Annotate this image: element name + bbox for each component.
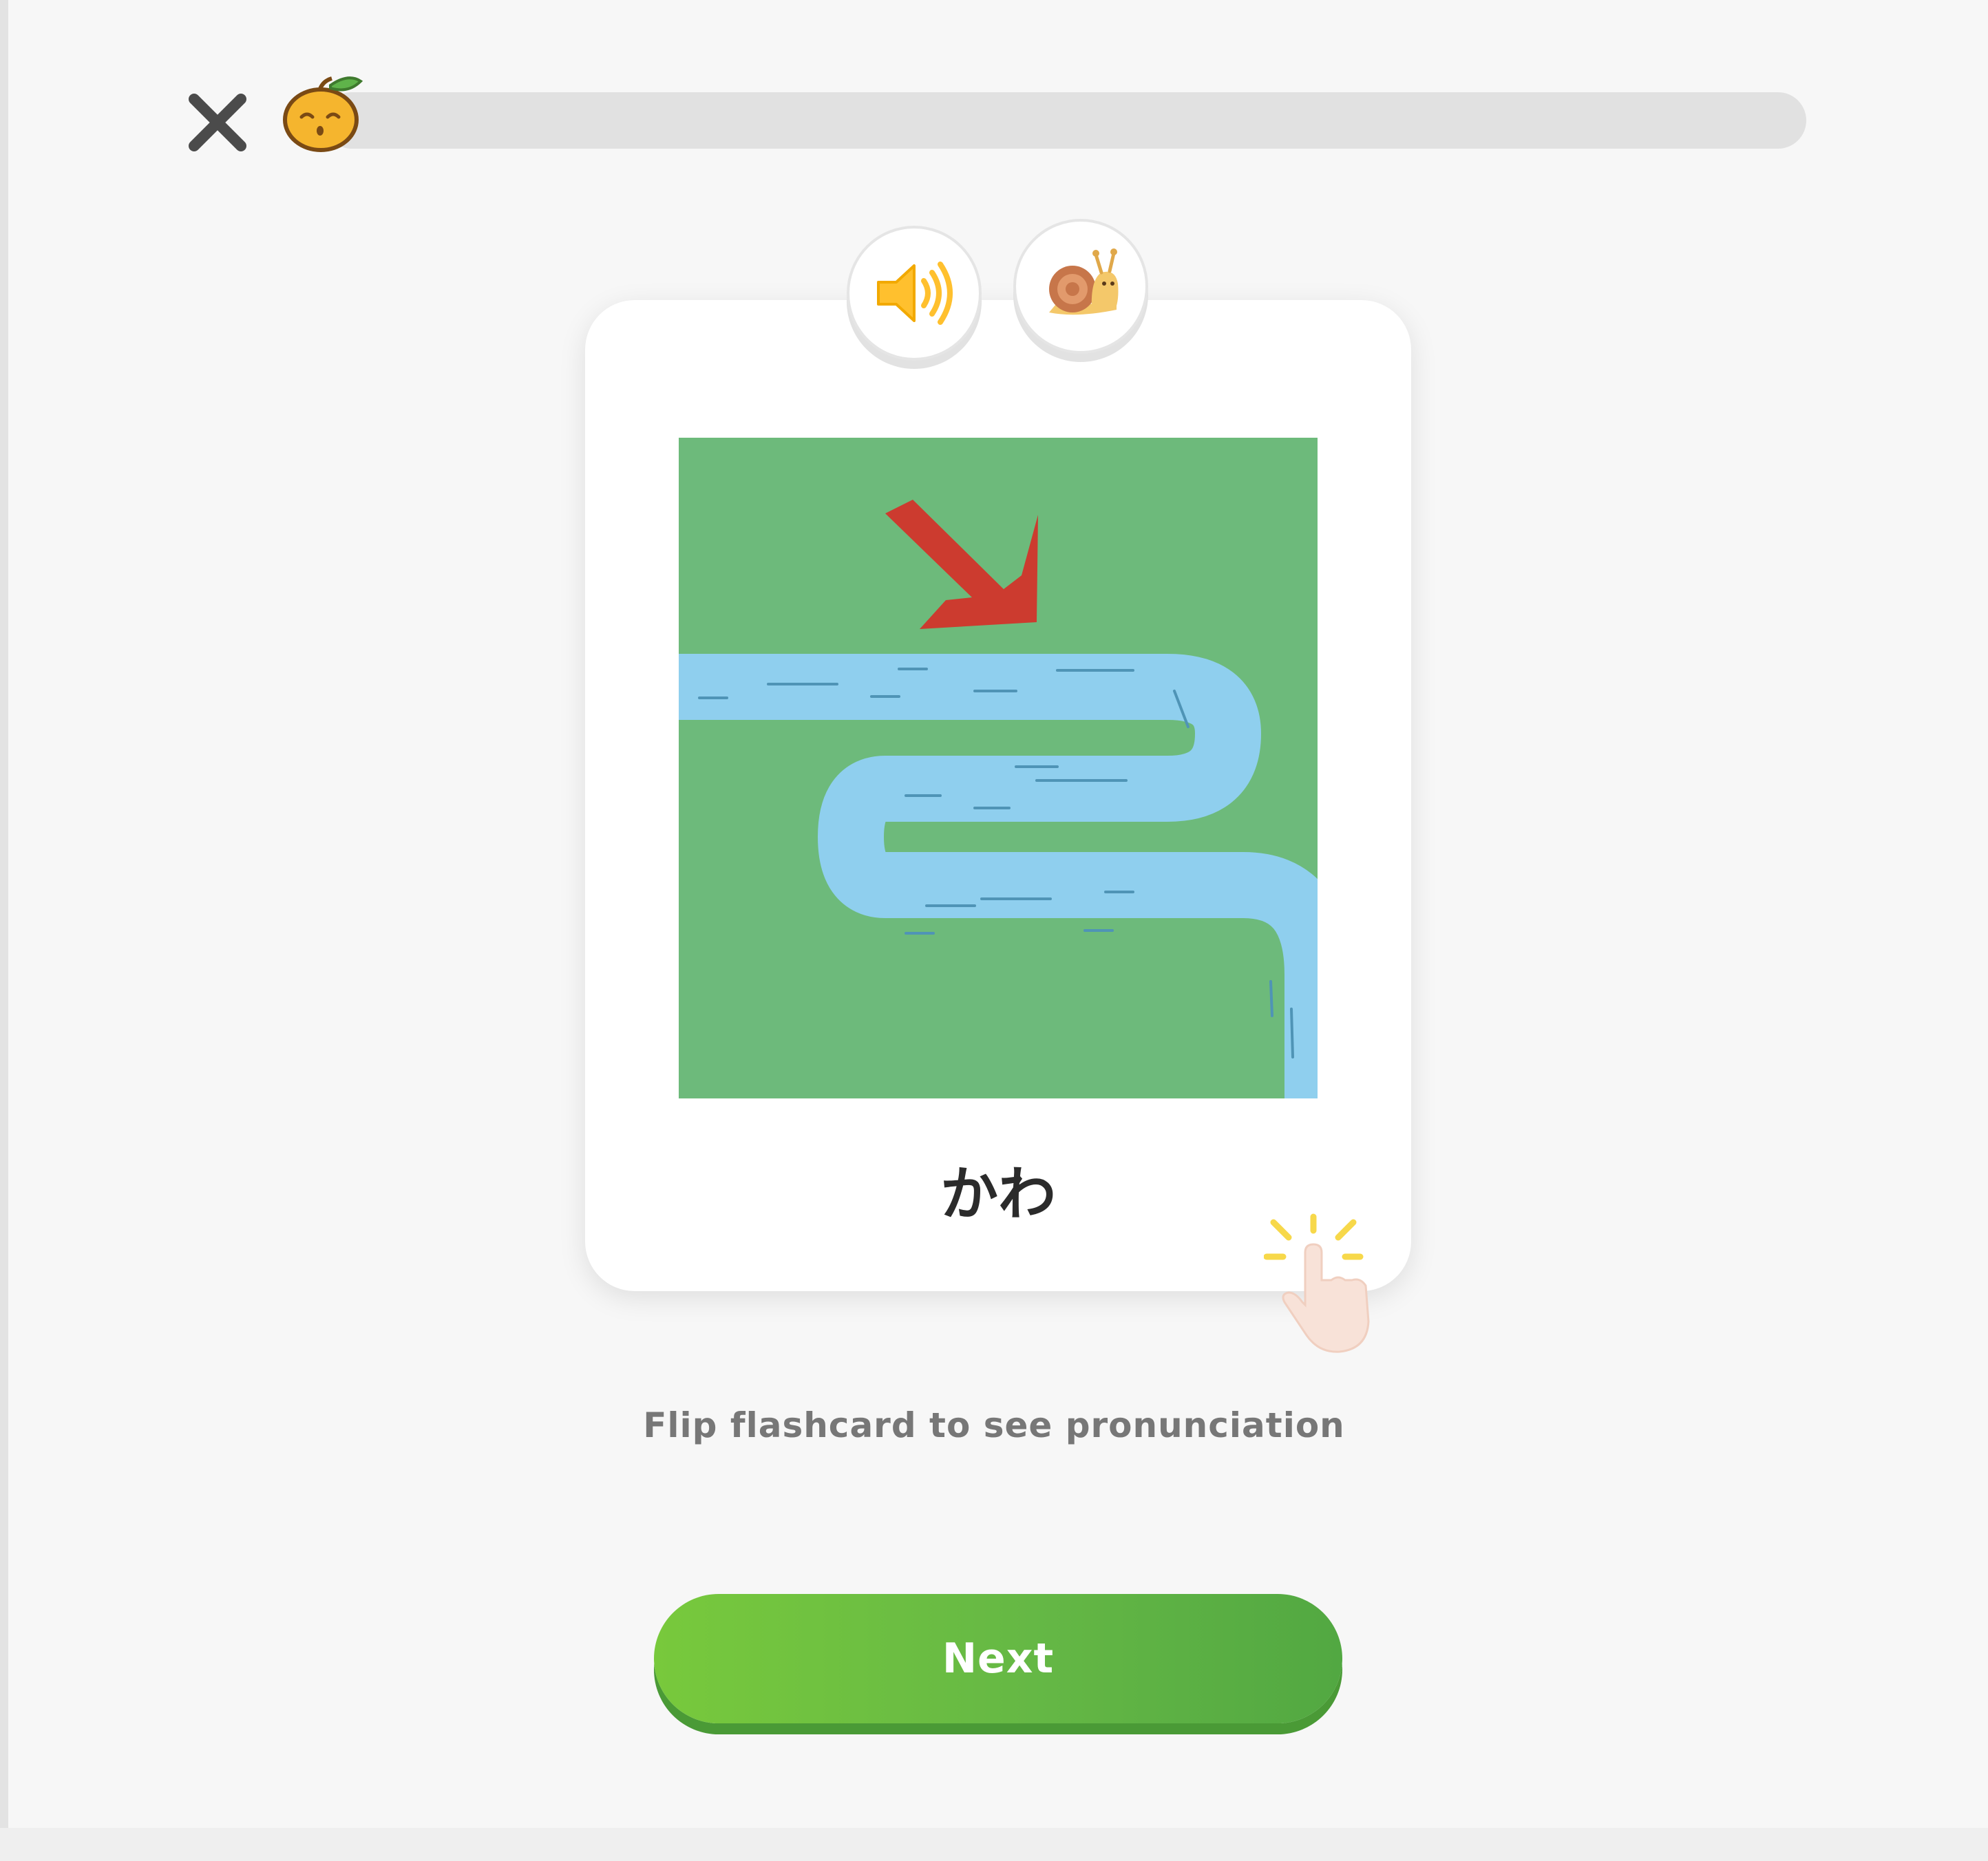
bottom-band — [0, 1828, 1988, 1861]
speaker-icon — [877, 262, 953, 325]
river-illustration-icon — [679, 438, 1318, 1098]
next-button[interactable]: Next — [654, 1594, 1342, 1723]
play-audio-button[interactable] — [847, 226, 982, 361]
lesson-progress-bar — [324, 92, 1806, 149]
snail-icon — [1049, 248, 1119, 315]
window-edge — [0, 0, 8, 1861]
orange-mascot-icon — [279, 72, 369, 154]
close-icon[interactable] — [184, 89, 251, 156]
instruction-text: Flip flashcard to see pronunciation — [643, 1405, 1345, 1445]
slow-audio-button[interactable] — [1013, 219, 1148, 354]
tap-hand-icon — [1264, 1211, 1388, 1356]
